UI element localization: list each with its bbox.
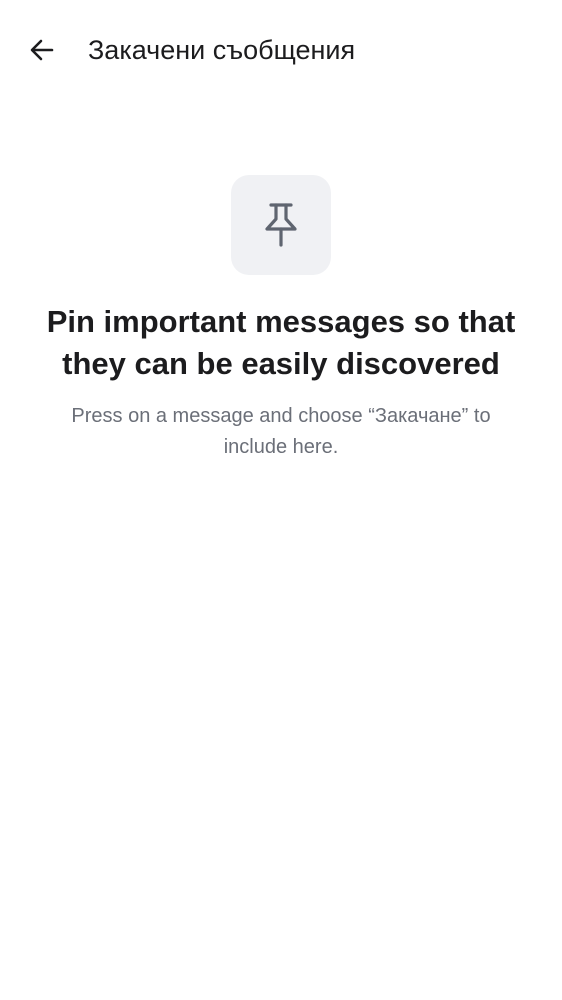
page-title: Закачени съобщения xyxy=(88,35,356,65)
empty-state: Pin important messages so that they can … xyxy=(0,175,562,463)
back-button[interactable] xyxy=(22,30,62,70)
pin-icon-tile xyxy=(231,175,331,275)
arrow-left-icon xyxy=(28,36,56,64)
empty-state-heading: Pin important messages so that they can … xyxy=(46,304,516,381)
app-bar: Закачени съобщения xyxy=(0,0,562,100)
empty-state-hint: Press on a message and choose “Закачане”… xyxy=(71,405,491,458)
pin-icon xyxy=(261,201,301,249)
